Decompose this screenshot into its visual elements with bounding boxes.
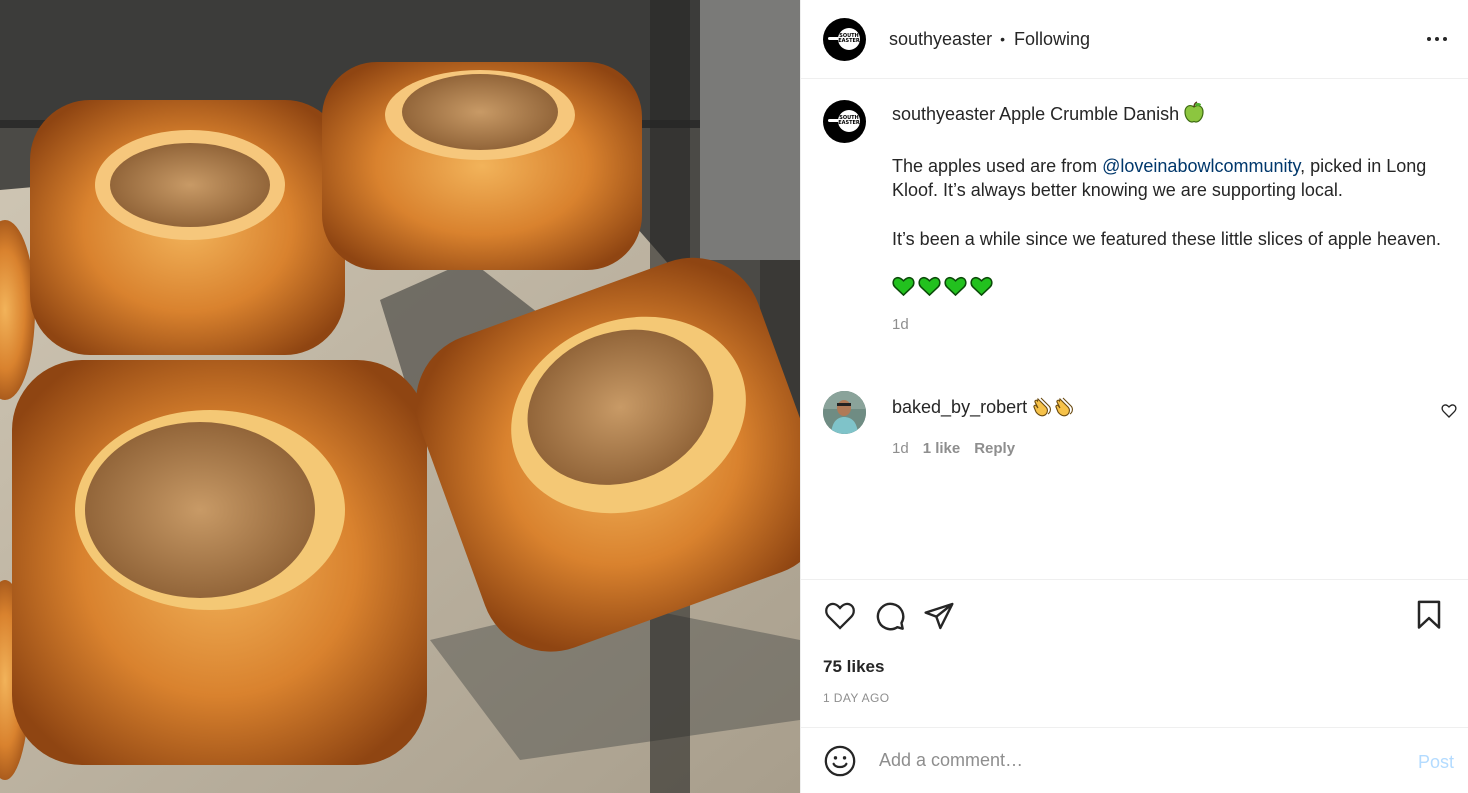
clapping-hands-icon	[1032, 395, 1054, 422]
commenter-username[interactable]: baked_by_robert	[892, 397, 1027, 417]
comment-bubble-icon[interactable]	[874, 600, 906, 632]
pastry-photo	[0, 0, 800, 793]
share-paper-plane-icon[interactable]	[923, 600, 955, 632]
comment-meta: 1d 1 like Reply	[892, 440, 1015, 457]
avatar-logo-text: SOUTH EASTER	[838, 27, 860, 50]
caption-paragraph-2: It’s been a while since we featured thes…	[892, 228, 1441, 249]
commenter-username-link[interactable]: baked_by_robert	[892, 395, 1076, 422]
comment-like-button[interactable]	[1441, 403, 1457, 424]
action-icons-row	[823, 600, 955, 632]
post-details-panel: SOUTH EASTER southyeaster • Following SO…	[800, 0, 1468, 793]
likes-count[interactable]: 75 likes	[823, 657, 884, 677]
more-options-button[interactable]	[1425, 27, 1449, 51]
emoji-smiley-icon[interactable]	[823, 744, 857, 778]
caption-timestamp[interactable]: 1d	[892, 313, 1452, 338]
dot-icon	[1435, 37, 1439, 41]
reply-button[interactable]: Reply	[974, 440, 1015, 457]
like-heart-icon[interactable]	[823, 600, 857, 632]
dot-icon	[1427, 37, 1431, 41]
dot-icon	[1443, 37, 1447, 41]
comment-likes-link[interactable]: 1 like	[923, 440, 961, 457]
bookmark-icon[interactable]	[1416, 600, 1442, 630]
green-heart-icon	[970, 276, 993, 297]
green-heart-icon	[892, 276, 915, 297]
green-heart-icon	[944, 276, 967, 297]
add-comment-bar: Post	[801, 727, 1468, 793]
mention-link[interactable]: @loveinabowlcommunity	[1102, 156, 1300, 176]
clapping-hands-icon	[1054, 395, 1076, 422]
separator-dot: •	[1000, 31, 1005, 47]
avatar-logo-text: SOUTH EASTER	[838, 110, 860, 132]
person-photo-icon	[823, 391, 866, 434]
comment-item: baked_by_robert 1d 1 like Reply	[823, 391, 1457, 471]
green-hearts-row	[892, 276, 1452, 297]
post-timestamp[interactable]: 1 DAY AGO	[823, 691, 890, 705]
green-heart-icon	[918, 276, 941, 297]
following-button[interactable]: Following	[1014, 29, 1090, 50]
post-comment-button[interactable]: Post	[1418, 752, 1454, 773]
caption-text: southyeaster Apple Crumble Danish The ap…	[892, 100, 1452, 338]
comment-input[interactable]	[879, 750, 1399, 771]
comment-timestamp[interactable]: 1d	[892, 440, 909, 457]
profile-avatar[interactable]: SOUTH EASTER	[823, 17, 866, 61]
caption-avatar[interactable]: SOUTH EASTER	[823, 100, 866, 143]
post-actions: 75 likes 1 DAY AGO	[801, 579, 1468, 727]
commenter-avatar[interactable]	[823, 391, 866, 434]
post-header: SOUTH EASTER southyeaster • Following	[801, 0, 1468, 79]
heart-outline-icon	[1441, 404, 1457, 418]
caption-title: Apple Crumble Danish	[999, 104, 1180, 124]
green-apple-icon	[1183, 101, 1205, 130]
caption-paragraph-1: The apples used are from @loveinabowlcom…	[892, 154, 1452, 203]
caption-username-link[interactable]: southyeaster	[892, 104, 995, 124]
header-username-link[interactable]: southyeaster	[889, 29, 992, 50]
caption-text-segment: The apples used are from	[892, 155, 1103, 176]
post-image[interactable]	[0, 0, 800, 793]
